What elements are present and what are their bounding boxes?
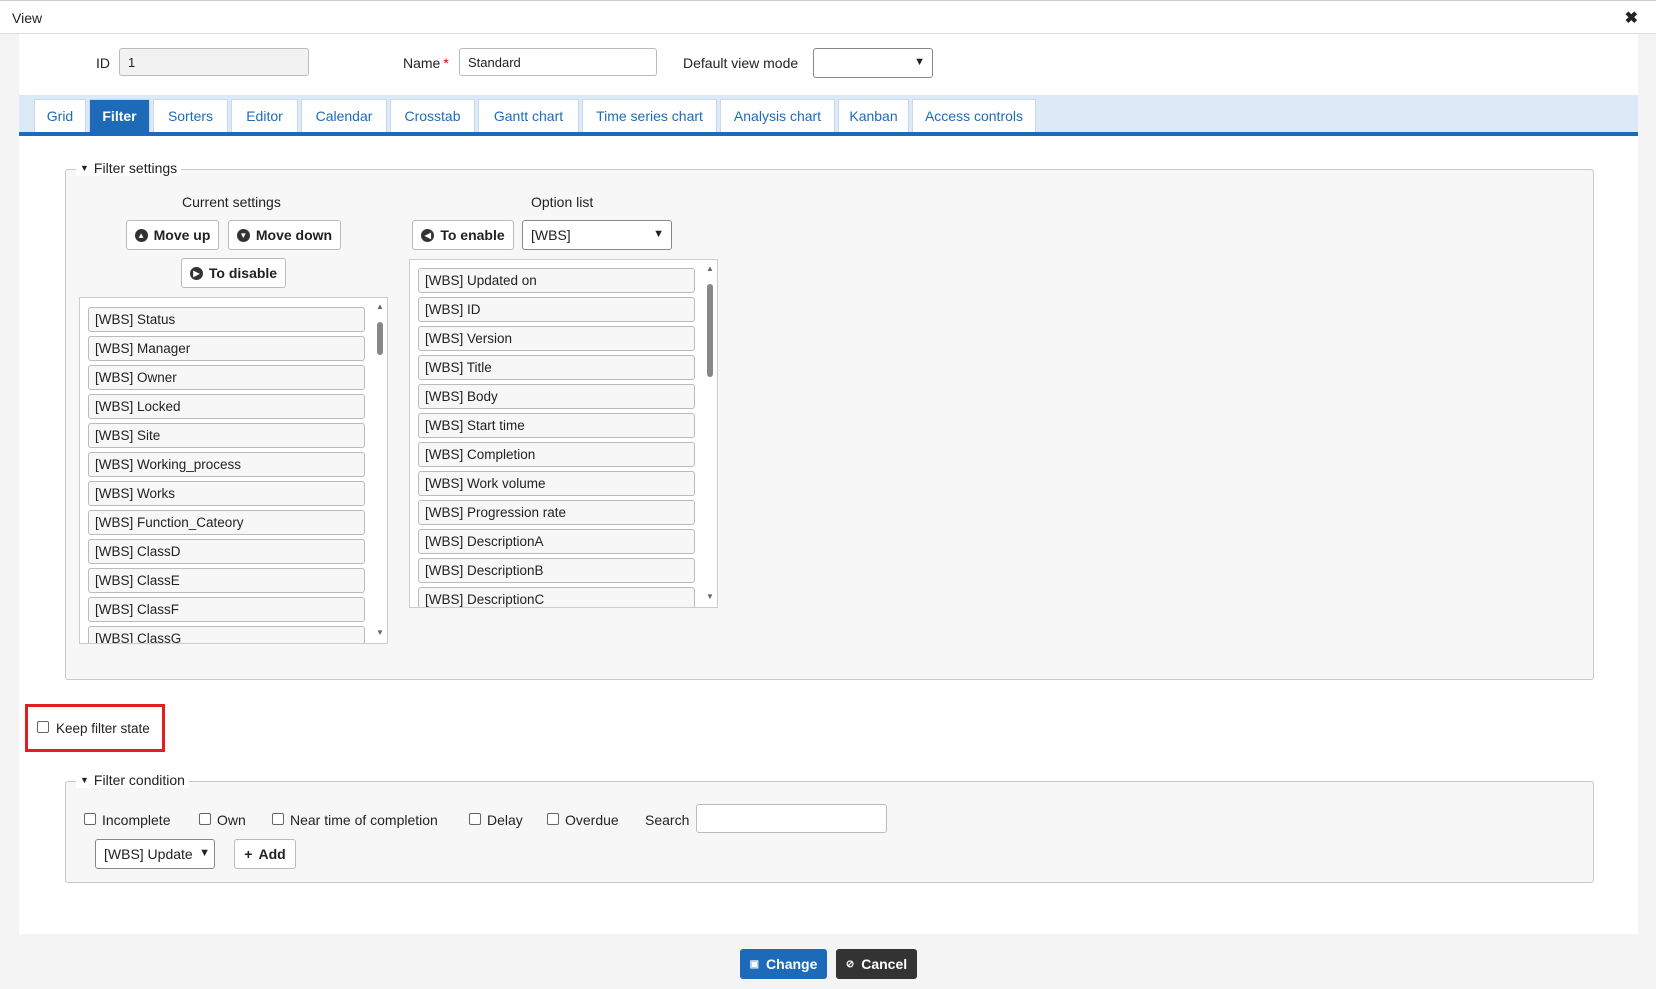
delay-label[interactable]: Delay [487,812,523,828]
column-select-value: [WBS] Update [104,846,193,862]
change-button[interactable]: ▣ Change [740,949,827,979]
window-title: View [12,10,43,26]
own-label[interactable]: Own [217,812,246,828]
current-settings-label: Current settings [182,194,281,210]
delay-checkbox[interactable] [469,813,481,825]
list-item[interactable]: [WBS] Owner [88,365,365,390]
list-item[interactable]: [WBS] Manager [88,336,365,361]
arrow-up-icon: ▲ [134,228,148,242]
chevron-down-icon: ▼ [653,228,664,240]
own-checkbox[interactable] [199,813,211,825]
list-item[interactable]: [WBS] DescriptionC [418,587,695,607]
scroll-down-icon: ▼ [376,628,384,637]
dialog-content: ID 1 Name * Standard Default view mode ▼ … [19,34,1638,934]
default-view-mode-select[interactable]: ▼ [813,48,933,78]
list-item[interactable]: [WBS] Work volume [418,471,695,496]
list-item[interactable]: [WBS] Function_Cateory [88,510,365,535]
tab-kanban[interactable]: Kanban [838,99,909,132]
incomplete-checkbox[interactable] [84,813,96,825]
near-completion-label[interactable]: Near time of completion [290,812,438,828]
list-item[interactable]: [WBS] Status [88,307,365,332]
keep-filter-state-checkbox[interactable] [37,721,49,733]
current-list-scrollbar[interactable]: ▲ ▼ [375,302,385,639]
name-field[interactable]: Standard [459,48,657,76]
arrow-down-icon: ▼ [236,228,250,242]
scroll-up-icon: ▲ [376,302,384,311]
to-disable-button[interactable]: ▶ To disable [181,258,286,288]
option-list-label: Option list [531,194,594,210]
list-item[interactable]: [WBS] Title [418,355,695,380]
filter-condition-legend[interactable]: ▼ Filter condition [76,772,189,788]
name-label: Name * [403,55,449,71]
tab-gantt-chart[interactable]: Gantt chart [478,99,579,132]
list-item[interactable]: [WBS] Working_process [88,452,365,477]
option-list-scrollbar[interactable]: ▲ ▼ [705,264,715,603]
column-select[interactable]: [WBS] Update ▼ [95,839,215,869]
tab-grid[interactable]: Grid [34,99,86,132]
list-item[interactable]: [WBS] Completion [418,442,695,467]
tab-crosstab[interactable]: Crosstab [390,99,475,132]
tab-filter[interactable]: Filter [89,99,150,132]
option-category-select[interactable]: [WBS] ▼ [522,220,672,250]
list-item[interactable]: [WBS] ClassG [88,626,365,643]
move-up-button[interactable]: ▲ Move up [126,220,219,250]
arrow-left-icon: ◀ [421,228,435,242]
overdue-label[interactable]: Overdue [565,812,619,828]
save-icon: ▣ [749,958,760,970]
scroll-thumb[interactable] [377,322,383,355]
title-bar: View ✖ [0,0,1656,34]
list-item[interactable]: [WBS] Site [88,423,365,448]
plus-icon: + [244,846,253,862]
arrow-right-icon: ▶ [189,266,203,280]
search-input[interactable] [696,804,887,833]
current-settings-list[interactable]: [WBS] Status [WBS] Manager [WBS] Owner [… [79,297,388,644]
tab-sorters[interactable]: Sorters [153,99,228,132]
tab-bar: Grid Filter Sorters Editor Calendar Cros… [19,95,1638,136]
chevron-down-icon: ▼ [914,56,925,68]
list-item[interactable]: [WBS] Body [418,384,695,409]
list-item[interactable]: [WBS] Locked [88,394,365,419]
collapse-triangle-icon: ▼ [80,775,89,785]
keep-filter-state-label[interactable]: Keep filter state [56,721,150,736]
near-completion-checkbox[interactable] [272,813,284,825]
tab-editor[interactable]: Editor [231,99,298,132]
required-marker: * [443,55,449,71]
list-item[interactable]: [WBS] ClassF [88,597,365,622]
list-item[interactable]: [WBS] ID [418,297,695,322]
scroll-thumb[interactable] [707,284,713,377]
tab-analysis-chart[interactable]: Analysis chart [720,99,835,132]
collapse-triangle-icon: ▼ [80,163,89,173]
id-field: 1 [119,48,309,76]
list-item[interactable]: [WBS] Progression rate [418,500,695,525]
id-label: ID [96,55,110,71]
to-enable-button[interactable]: ◀ To enable [412,220,514,250]
move-down-button[interactable]: ▼ Move down [228,220,341,250]
list-item[interactable]: [WBS] DescriptionA [418,529,695,554]
default-view-mode-label: Default view mode [683,55,799,71]
add-button[interactable]: + Add [234,839,296,869]
chevron-down-icon: ▼ [199,847,210,859]
cancel-button[interactable]: ⊘ Cancel [836,949,917,979]
list-item[interactable]: [WBS] Version [418,326,695,351]
option-category-value: [WBS] [531,227,571,243]
search-label: Search [645,812,690,828]
tab-access-controls[interactable]: Access controls [912,99,1036,132]
cancel-icon: ⊘ [845,958,855,970]
list-item[interactable]: [WBS] DescriptionB [418,558,695,583]
list-item[interactable]: [WBS] Updated on [418,268,695,293]
list-item[interactable]: [WBS] Works [88,481,365,506]
scroll-up-icon: ▲ [706,264,714,273]
tab-time-series-chart[interactable]: Time series chart [582,99,717,132]
close-icon[interactable]: ✖ [1625,8,1638,28]
incomplete-label[interactable]: Incomplete [102,812,170,828]
option-list[interactable]: [WBS] Updated on [WBS] ID [WBS] Version … [409,259,718,608]
filter-settings-legend[interactable]: ▼ Filter settings [76,160,182,176]
scroll-down-icon: ▼ [706,592,714,601]
list-item[interactable]: [WBS] ClassD [88,539,365,564]
list-item[interactable]: [WBS] Start time [418,413,695,438]
overdue-checkbox[interactable] [547,813,559,825]
tab-calendar[interactable]: Calendar [301,99,387,132]
list-item[interactable]: [WBS] ClassE [88,568,365,593]
